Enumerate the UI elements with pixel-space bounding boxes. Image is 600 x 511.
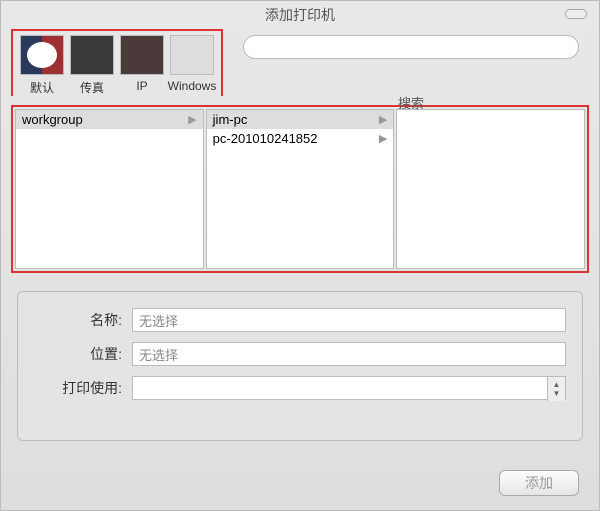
computer-item[interactable]: jim-pc ▶ xyxy=(207,110,394,129)
tab-fax[interactable]: 传真 xyxy=(67,35,117,96)
browser-column-1[interactable]: workgroup ▶ xyxy=(15,109,204,269)
name-field[interactable] xyxy=(132,308,566,332)
workgroup-item[interactable]: workgroup ▶ xyxy=(16,110,203,129)
tab-fax-label: 传真 xyxy=(80,81,104,95)
window-button[interactable] xyxy=(565,9,587,19)
chevron-right-icon: ▶ xyxy=(188,113,196,126)
use-label: 打印使用: xyxy=(34,378,122,398)
window-title: 添加打印机 xyxy=(265,5,335,25)
computer-item[interactable]: pc-201010241852 ▶ xyxy=(207,129,394,148)
print-using-select[interactable]: ▲▼ xyxy=(132,376,566,400)
add-button[interactable]: 添加 xyxy=(499,470,579,496)
default-icon xyxy=(20,35,64,75)
printer-form: 名称: 位置: 打印使用: ▲▼ xyxy=(17,291,583,441)
browser-column-3[interactable] xyxy=(396,109,585,269)
location-label: 位置: xyxy=(34,344,122,364)
tab-ip-label: IP xyxy=(136,79,147,93)
footer: 添加 xyxy=(499,470,579,496)
item-label: pc-201010241852 xyxy=(213,131,318,146)
tab-default-label: 默认 xyxy=(30,81,54,95)
search-input[interactable] xyxy=(243,35,579,59)
tab-group: 默认 传真 IP Windows xyxy=(11,29,223,96)
tab-windows-label: Windows xyxy=(168,79,217,93)
name-label: 名称: xyxy=(34,310,122,330)
tab-default[interactable]: 默认 xyxy=(17,35,67,96)
chevron-right-icon: ▶ xyxy=(379,113,387,126)
titlebar: 添加打印机 xyxy=(1,1,599,29)
chevron-right-icon: ▶ xyxy=(379,132,387,145)
stepper-icon: ▲▼ xyxy=(547,377,565,401)
tab-windows[interactable]: Windows xyxy=(167,35,217,96)
windows-icon xyxy=(170,35,214,75)
add-printer-window: 添加打印机 默认 传真 IP Windows 🔍 xyxy=(0,0,600,511)
fax-icon xyxy=(70,35,114,75)
item-label: jim-pc xyxy=(213,112,248,127)
toolbar: 默认 传真 IP Windows 🔍 搜索 xyxy=(1,29,599,99)
network-browser: workgroup ▶ jim-pc ▶ pc-201010241852 ▶ xyxy=(11,105,589,273)
location-field[interactable] xyxy=(132,342,566,366)
search-section: 🔍 搜索 xyxy=(223,29,589,112)
tab-ip[interactable]: IP xyxy=(117,35,167,96)
browser-column-2[interactable]: jim-pc ▶ pc-201010241852 ▶ xyxy=(206,109,395,269)
item-label: workgroup xyxy=(22,112,83,127)
ip-icon xyxy=(120,35,164,75)
